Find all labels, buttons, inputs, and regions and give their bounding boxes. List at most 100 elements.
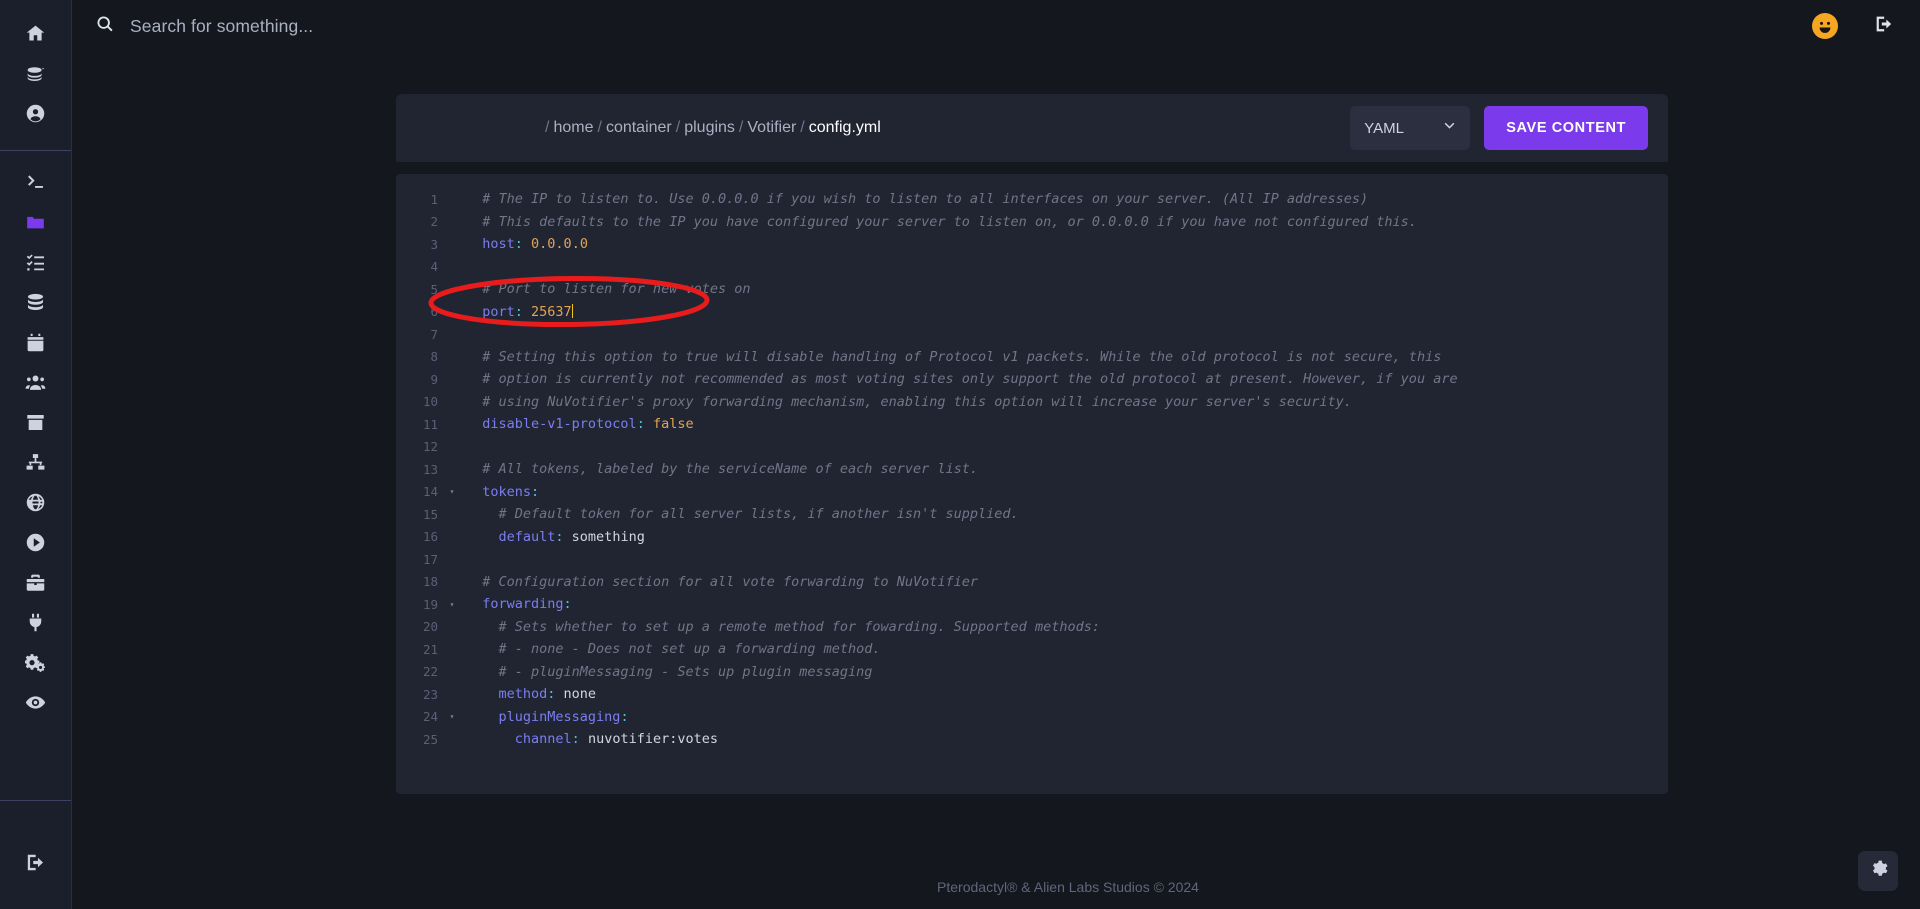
fold-toggle-icon[interactable]: ▾ <box>444 600 460 609</box>
code-line[interactable]: 8 # Setting this option to true will dis… <box>396 346 1668 369</box>
sidebar-item-databases[interactable] <box>0 285 72 325</box>
sidebar-item-network[interactable] <box>0 445 72 485</box>
language-select-value: YAML <box>1364 119 1405 137</box>
code-line[interactable]: 21 # - none - Does not set up a forwardi… <box>396 638 1668 661</box>
search-input[interactable]: Search for something... <box>96 15 313 38</box>
sidebar-item-domains[interactable] <box>0 485 72 525</box>
sidebar-item-plugins[interactable] <box>0 605 72 645</box>
code-line[interactable]: 25 channel: nuvotifier:votes <box>396 728 1668 751</box>
avatar[interactable] <box>1812 13 1838 39</box>
sidebar-item-console[interactable] <box>0 165 72 205</box>
breadcrumb-link[interactable]: Votifier <box>747 119 796 136</box>
code-line[interactable]: 15 # Default token for all server lists,… <box>396 503 1668 526</box>
line-number: 21 <box>422 641 438 657</box>
sidebar-item-account[interactable] <box>0 96 72 136</box>
code-line[interactable]: 18 # Configuration section for all vote … <box>396 571 1668 594</box>
sidebar-item-startup[interactable] <box>0 525 72 565</box>
line-number: 1 <box>430 191 438 207</box>
code-line[interactable]: 6 port: 25637 <box>396 301 1668 324</box>
line-number: 12 <box>422 439 438 455</box>
code-line[interactable]: 20 # Sets whether to set up a remote met… <box>396 616 1668 639</box>
code-line[interactable]: 2 # This defaults to the IP you have con… <box>396 211 1668 234</box>
folder-icon <box>25 212 46 238</box>
code-line[interactable]: 12 <box>396 436 1668 459</box>
line-number: 16 <box>422 529 438 545</box>
topbar: Search for something... <box>72 0 1920 52</box>
breadcrumb-link[interactable]: plugins <box>684 119 735 136</box>
code-token: channel <box>466 731 572 748</box>
code-line[interactable]: 24 ▾ pluginMessaging: <box>396 706 1668 729</box>
line-number: 4 <box>430 259 438 275</box>
language-select[interactable]: YAML <box>1350 106 1471 150</box>
sidebar-item-tools[interactable] <box>0 565 72 605</box>
line-number: 2 <box>430 214 438 230</box>
code-line-text: # - none - Does not set up a forwarding … <box>460 641 881 657</box>
calendar-icon <box>25 332 46 358</box>
code-line-text: host: 0.0.0.0 <box>460 236 588 252</box>
globe-icon <box>25 492 46 518</box>
text-cursor <box>571 303 574 318</box>
user-circle-icon <box>25 103 46 129</box>
sidebar-item-settings[interactable] <box>0 645 72 685</box>
code-line-text: # Configuration section for all vote for… <box>460 574 978 590</box>
save-content-button[interactable]: SAVE CONTENT <box>1484 106 1648 150</box>
breadcrumb-link[interactable]: container <box>606 119 672 136</box>
cogs-icon <box>24 652 46 678</box>
logout-button[interactable] <box>1874 14 1894 39</box>
sidebar-item-backups[interactable] <box>0 405 72 445</box>
code-editor-card[interactable]: 1 # The IP to listen to. Use 0.0.0.0 if … <box>396 174 1668 794</box>
line-number: 13 <box>422 461 438 477</box>
sidebar-item-schedules[interactable] <box>0 245 72 285</box>
code-line-text: # This defaults to the IP you have confi… <box>460 214 1417 230</box>
code-token: : <box>620 708 629 725</box>
code-line[interactable]: 22 # - pluginMessaging - Sets up plugin … <box>396 661 1668 684</box>
line-number: 20 <box>422 619 438 635</box>
code-line[interactable]: 19 ▾ forwarding: <box>396 593 1668 616</box>
gear-icon <box>1869 859 1888 883</box>
code-line[interactable]: 14 ▾ tokens: <box>396 481 1668 504</box>
code-token: disable-v1-protocol <box>466 416 637 433</box>
code-token: forwarding <box>466 596 564 613</box>
search-placeholder: Search for something... <box>130 15 314 36</box>
fold-toggle-icon[interactable]: ▾ <box>444 487 460 496</box>
sidebar-item-users[interactable] <box>0 365 72 405</box>
line-number: 22 <box>422 664 438 680</box>
breadcrumb-separator: / <box>800 119 805 136</box>
code-line-text: forwarding: <box>460 596 571 613</box>
code-line[interactable]: 9 # option is currently not recommended … <box>396 368 1668 391</box>
code-line-text: default: something <box>460 529 645 545</box>
code-token: # Configuration section for all vote for… <box>466 573 979 590</box>
code-line-text: channel: nuvotifier:votes <box>460 731 718 747</box>
code-line[interactable]: 13 # All tokens, labeled by the serviceN… <box>396 458 1668 481</box>
sidebar-item-activity[interactable] <box>0 685 72 725</box>
code-line[interactable]: 16 default: something <box>396 526 1668 549</box>
code-line[interactable]: 1 # The IP to listen to. Use 0.0.0.0 if … <box>396 188 1668 211</box>
sidebar-item-home[interactable] <box>0 16 72 56</box>
sidebar-item-calendar[interactable] <box>0 325 72 365</box>
breadcrumb-link[interactable]: home <box>553 119 593 136</box>
code-line[interactable]: 3 host: 0.0.0.0 <box>396 233 1668 256</box>
archive-box-icon <box>25 412 46 438</box>
settings-fab-button[interactable] <box>1858 851 1898 891</box>
code-token: : <box>571 731 580 748</box>
file-header-card: / home / container / plugins / Votifier / config.… <box>396 94 1668 162</box>
code-line[interactable]: 5 # Port to listen for new votes on <box>396 278 1668 301</box>
sidebar-item-logout[interactable] <box>0 845 72 885</box>
sidebar-item-files[interactable] <box>0 205 72 245</box>
fold-toggle-icon[interactable]: ▾ <box>444 712 460 721</box>
code-editor[interactable]: 1 # The IP to listen to. Use 0.0.0.0 if … <box>396 174 1668 751</box>
code-line-text: # Default token for all server lists, if… <box>460 506 1019 522</box>
code-line[interactable]: 7 <box>396 323 1668 346</box>
code-line[interactable]: 10 # using NuVotifier's proxy forwarding… <box>396 391 1668 414</box>
code-line[interactable]: 17 <box>396 548 1668 571</box>
terminal-icon <box>25 172 46 198</box>
code-token: # Sets whether to set up a remote method… <box>466 618 1100 635</box>
code-line[interactable]: 4 <box>396 256 1668 279</box>
code-line[interactable]: 11 disable-v1-protocol: false <box>396 413 1668 436</box>
server-stack-icon <box>25 63 46 89</box>
code-token: 25637 <box>522 303 572 320</box>
code-token: : <box>531 483 540 500</box>
sidebar-item-servers[interactable] <box>0 56 72 96</box>
code-line[interactable]: 23 method: none <box>396 683 1668 706</box>
task-list-icon <box>25 252 46 278</box>
